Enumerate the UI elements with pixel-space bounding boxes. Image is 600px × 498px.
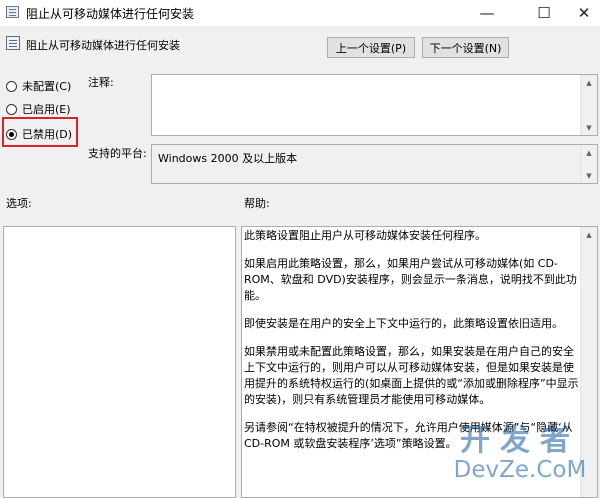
supported-platforms-label: 支持的平台: — [88, 147, 147, 160]
scroll-up-icon[interactable]: ▲ — [581, 227, 597, 242]
watermark: 开发者 DevZe.CoM — [440, 423, 600, 484]
supported-scrollbar[interactable]: ▲ ▼ — [580, 145, 597, 183]
radio-enabled-label: 已启用(E) — [22, 103, 71, 116]
help-paragraph: 此策略设置阻止用户从可移动媒体安装任何程序。 — [244, 229, 486, 242]
radio-not-configured-label: 未配置(C) — [22, 80, 72, 93]
maximize-button[interactable]: ☐ — [528, 0, 560, 26]
title-bar: 阻止从可移动媒体进行任何安装 — ☐ ✕ — [0, 0, 600, 26]
watermark-cn: 开发者 — [460, 423, 580, 458]
next-setting-button[interactable]: 下一个设置(N) — [422, 37, 509, 58]
policy-setting-icon — [6, 36, 20, 50]
comment-scrollbar[interactable]: ▲ ▼ — [580, 75, 597, 135]
policy-name: 阻止从可移动媒体进行任何安装 — [26, 39, 180, 52]
close-button[interactable]: ✕ — [568, 0, 600, 26]
supported-platforms-value: Windows 2000 及以上版本 — [158, 152, 298, 165]
help-paragraph: 即使安装是在用户的安全上下文中运行的，此策略设置依旧适用。 — [244, 317, 563, 330]
radio-not-configured-circle[interactable] — [6, 80, 17, 92]
watermark-en: DevZe.CoM — [453, 457, 587, 483]
scroll-up-icon[interactable]: ▲ — [581, 145, 597, 160]
help-paragraph: 如果禁用或未配置此策略设置，那么，如果安装是在用户自己的安全上下文中运行的，则用… — [244, 345, 579, 406]
scroll-up-icon[interactable]: ▲ — [581, 75, 597, 90]
minimize-button[interactable]: — — [471, 0, 503, 26]
radio-enabled-circle[interactable] — [6, 103, 17, 115]
help-paragraph: 如果启用此策略设置，那么，如果用户尝试从可移动媒体(如 CD-ROM、软盘和 D… — [244, 257, 577, 302]
comment-label: 注释: — [88, 76, 114, 89]
comment-textarea[interactable]: ▲ ▼ — [151, 74, 598, 136]
help-label: 帮助: — [244, 197, 270, 210]
options-label: 选项: — [6, 197, 32, 210]
window-title: 阻止从可移动媒体进行任何安装 — [26, 7, 195, 21]
radio-enabled[interactable]: 已启用(E) — [6, 101, 71, 117]
previous-setting-button[interactable]: 上一个设置(P) — [327, 37, 415, 58]
scroll-down-icon[interactable]: ▼ — [581, 120, 597, 135]
supported-platforms-field: Windows 2000 及以上版本 ▲ ▼ — [151, 144, 598, 184]
policy-window-icon — [6, 6, 19, 18]
radio-not-configured[interactable]: 未配置(C) — [6, 78, 71, 94]
scroll-down-icon[interactable]: ▼ — [581, 168, 597, 183]
options-pane — [3, 226, 236, 498]
highlight-box — [2, 117, 78, 147]
